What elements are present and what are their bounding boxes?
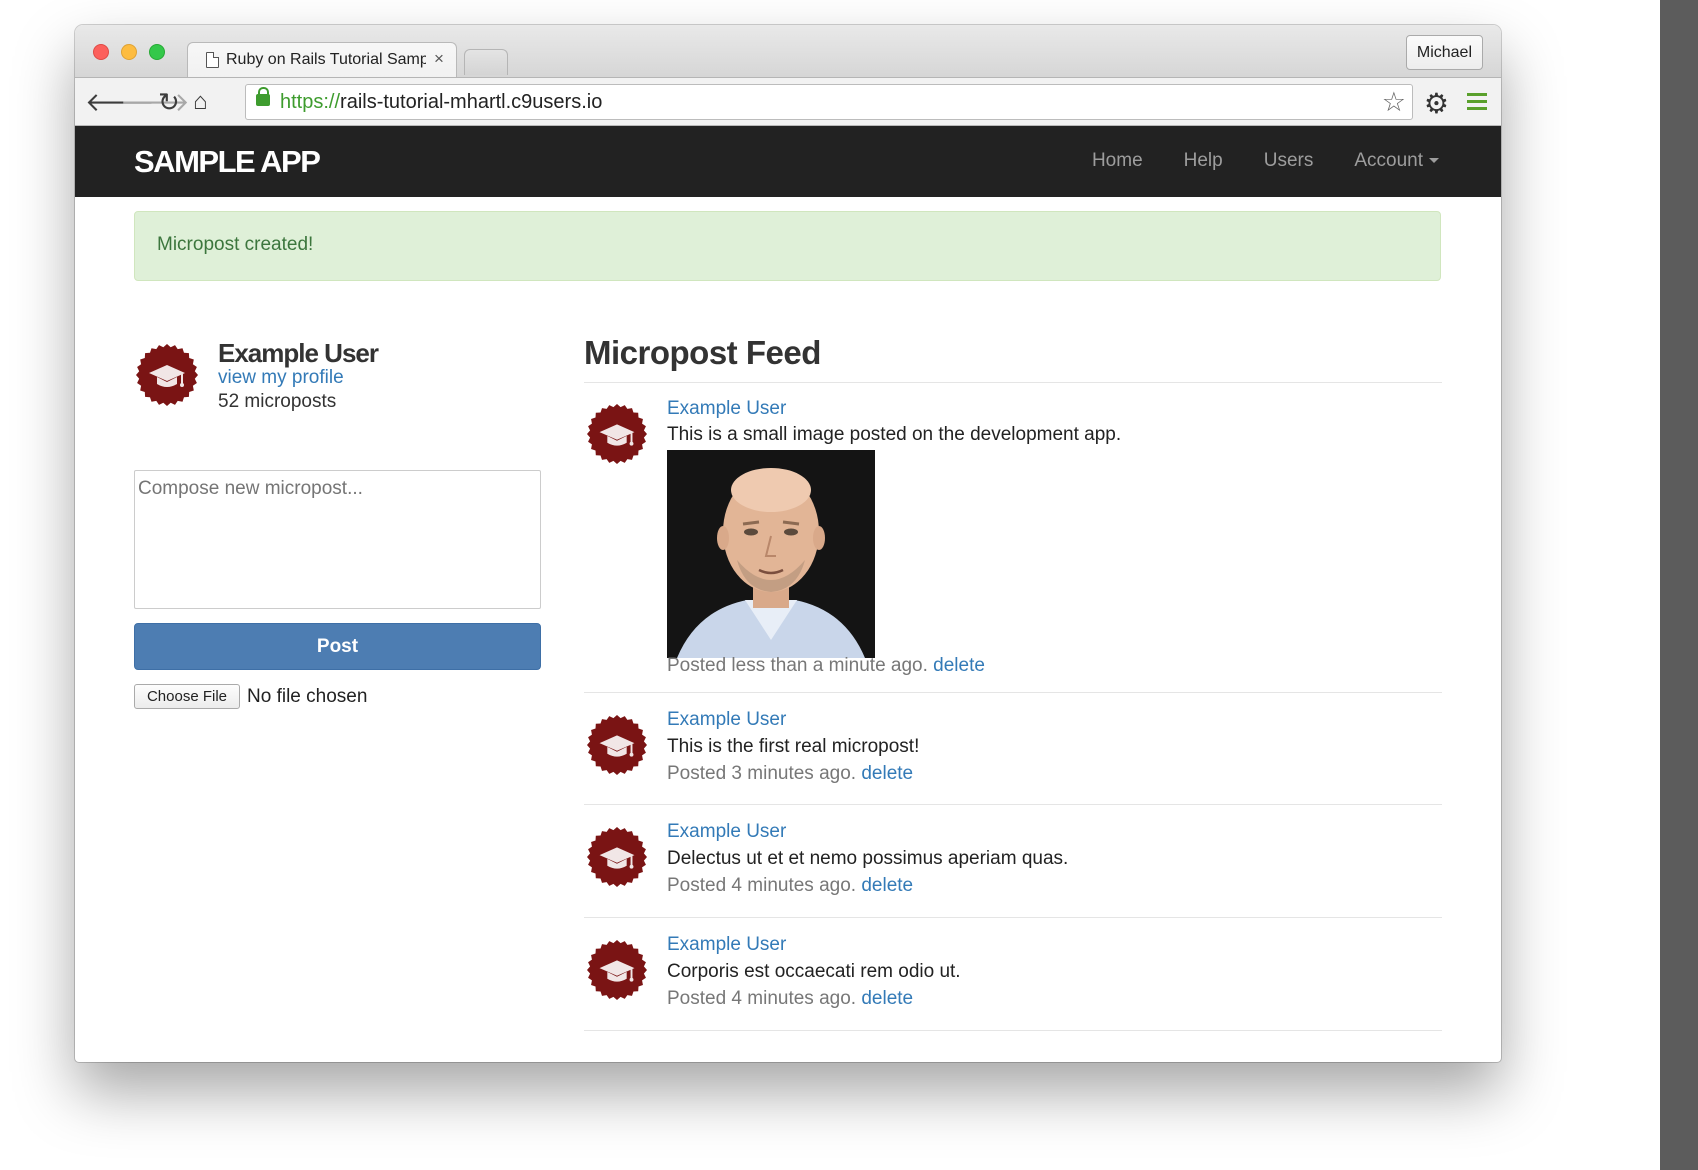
post-timestamp: Posted 4 minutes ago. delete xyxy=(667,875,914,896)
post-content: Corporis est occaecati rem odio ut. xyxy=(667,961,961,982)
nav-links: Home Help Users Account xyxy=(1092,150,1439,172)
address-bar[interactable]: https://rails-tutorial-mhartl.c9users.io… xyxy=(245,84,1413,120)
tab-close-icon[interactable]: × xyxy=(434,49,444,69)
post-avatar[interactable] xyxy=(587,940,647,1005)
site-navbar: SAMPLE APP Home Help Users Account xyxy=(75,126,1501,197)
feed-item: Example User Delectus ut et et nemo poss… xyxy=(584,805,1442,918)
post-content: This is a small image posted on the deve… xyxy=(667,424,1122,445)
post-timestamp: Posted 4 minutes ago. delete xyxy=(667,988,914,1009)
post-user-link[interactable]: Example User xyxy=(667,821,786,843)
site-logo[interactable]: SAMPLE APP xyxy=(134,144,321,180)
nav-users-link[interactable]: Users xyxy=(1264,150,1314,172)
compose-micropost-textarea[interactable] xyxy=(134,470,541,609)
tab-strip: Ruby on Rails Tutorial Samp × Michael xyxy=(75,25,1501,78)
tab-title: Ruby on Rails Tutorial Samp xyxy=(226,51,426,68)
desktop-background-strip xyxy=(1660,0,1698,1170)
post-avatar[interactable] xyxy=(587,827,647,892)
feed-item: Example User This is a small image poste… xyxy=(584,382,1442,693)
post-button[interactable]: Post xyxy=(134,623,541,670)
post-content: Delectus ut et et nemo possimus aperiam … xyxy=(667,848,1069,869)
graduation-cap-icon xyxy=(136,344,198,406)
post-timestamp: Posted 3 minutes ago. delete xyxy=(667,763,914,784)
sidebar-user-name: Example User xyxy=(218,338,379,368)
delete-post-link[interactable]: delete xyxy=(861,875,913,896)
delete-post-link[interactable]: delete xyxy=(861,988,913,1009)
feed-title: Micropost Feed xyxy=(584,334,821,371)
delete-post-link[interactable]: delete xyxy=(861,763,913,784)
post-content: This is the first real micropost! xyxy=(667,736,920,757)
graduation-cap-icon xyxy=(587,715,647,775)
feed-item: Example User Corporis est occaecati rem … xyxy=(584,918,1442,1031)
post-user-link[interactable]: Example User xyxy=(667,398,786,420)
user-avatar[interactable] xyxy=(136,344,198,411)
gear-icon[interactable]: ⚙ xyxy=(1424,87,1449,120)
browser-tab[interactable]: Ruby on Rails Tutorial Samp × xyxy=(187,42,457,78)
delete-post-link[interactable]: delete xyxy=(933,655,985,676)
flash-success-message: Micropost created! xyxy=(134,211,1441,281)
close-window-icon[interactable] xyxy=(93,44,109,60)
minimize-window-icon[interactable] xyxy=(121,44,137,60)
post-image-portrait xyxy=(667,450,875,658)
graduation-cap-icon xyxy=(587,404,647,464)
bookmark-star-icon[interactable]: ☆ xyxy=(1382,87,1406,118)
post-avatar[interactable] xyxy=(587,715,647,780)
graduation-cap-icon xyxy=(587,827,647,887)
nav-help-link[interactable]: Help xyxy=(1184,150,1223,172)
caret-down-icon xyxy=(1429,158,1439,164)
url-text: https://rails-tutorial-mhartl.c9users.io xyxy=(280,91,603,113)
web-page: SAMPLE APP Home Help Users Account Micro… xyxy=(75,126,1501,1062)
browser-window: Ruby on Rails Tutorial Samp × Michael 🡐 … xyxy=(75,25,1501,1062)
nav-account-dropdown[interactable]: Account xyxy=(1354,150,1439,172)
view-profile-link[interactable]: view my profile xyxy=(218,367,344,389)
post-user-link[interactable]: Example User xyxy=(667,934,786,956)
post-avatar[interactable] xyxy=(587,404,647,469)
lock-icon xyxy=(256,87,270,106)
feed-item: Example User This is the first real micr… xyxy=(584,693,1442,805)
graduation-cap-icon xyxy=(587,940,647,1000)
new-tab-button[interactable] xyxy=(464,49,508,75)
reload-icon[interactable]: ↻ xyxy=(158,87,180,117)
zoom-window-icon[interactable] xyxy=(149,44,165,60)
menu-icon[interactable] xyxy=(1467,93,1487,111)
choose-file-button[interactable]: Choose File xyxy=(134,684,240,709)
nav-home-link[interactable]: Home xyxy=(1092,150,1143,172)
post-timestamp: Posted less than a minute ago. delete xyxy=(667,655,985,676)
profile-button[interactable]: Michael xyxy=(1405,35,1483,70)
micropost-count: 52 microposts xyxy=(218,391,337,412)
file-status-text: No file chosen xyxy=(247,686,368,707)
home-icon[interactable]: ⌂ xyxy=(193,87,208,117)
post-user-link[interactable]: Example User xyxy=(667,709,786,731)
browser-toolbar: 🡐 🡒 ↻ ⌂ https://rails-tutorial-mhartl.c9… xyxy=(75,77,1501,126)
page-icon xyxy=(206,52,219,68)
